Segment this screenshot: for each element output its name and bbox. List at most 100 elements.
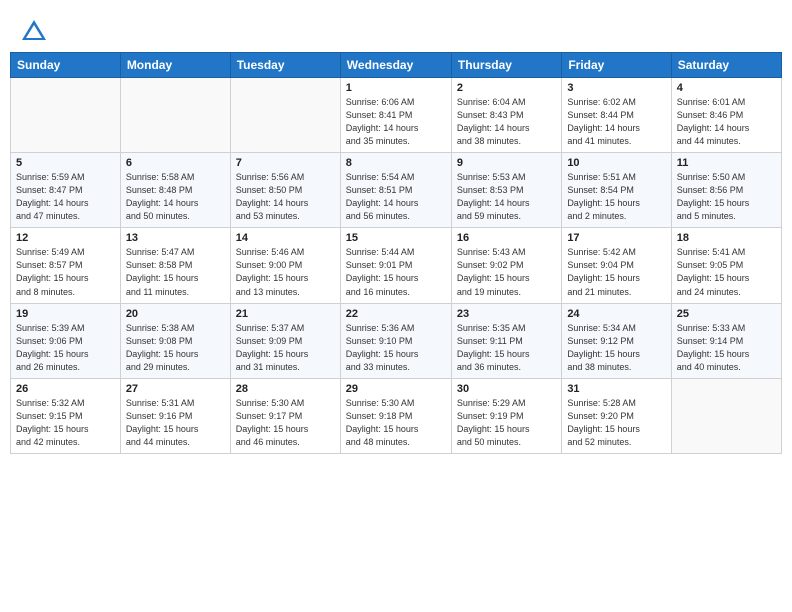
calendar-cell: 16 Sunrise: 5:43 AM Sunset: 9:02 PM Dayli… <box>451 228 561 303</box>
day-info: Sunrise: 5:58 AM Sunset: 8:48 PM Dayligh… <box>126 171 225 223</box>
calendar-cell: 5 Sunrise: 5:59 AM Sunset: 8:47 PM Daylig… <box>11 153 121 228</box>
calendar-cell: 27 Sunrise: 5:31 AM Sunset: 9:16 PM Dayli… <box>120 378 230 453</box>
calendar-cell: 12 Sunrise: 5:49 AM Sunset: 8:57 PM Dayli… <box>11 228 121 303</box>
day-number: 15 <box>346 232 446 244</box>
day-number: 1 <box>346 82 446 94</box>
calendar-cell: 25 Sunrise: 5:33 AM Sunset: 9:14 PM Dayli… <box>671 303 781 378</box>
calendar-cell: 21 Sunrise: 5:37 AM Sunset: 9:09 PM Dayli… <box>230 303 340 378</box>
calendar-cell: 18Sunrise: 5:41 AM Sunset: 9:05 PM Dayli… <box>671 228 781 303</box>
calendar-cell: 28 Sunrise: 5:30 AM Sunset: 9:17 PM Dayli… <box>230 378 340 453</box>
day-number: 16 <box>457 232 556 244</box>
day-number: 24 <box>567 308 665 320</box>
weekday-header-monday: Monday <box>120 53 230 78</box>
day-info: Sunrise: 5:35 AM Sunset: 9:11 PM Dayligh… <box>457 322 556 374</box>
calendar-cell: 9 Sunrise: 5:53 AM Sunset: 8:53 PM Daylig… <box>451 153 561 228</box>
calendar-cell: 23 Sunrise: 5:35 AM Sunset: 9:11 PM Dayli… <box>451 303 561 378</box>
day-info: Sunrise: 5:59 AM Sunset: 8:47 PM Dayligh… <box>16 171 115 223</box>
week-row-2: 12 Sunrise: 5:49 AM Sunset: 8:57 PM Dayli… <box>11 228 782 303</box>
calendar: SundayMondayTuesdayWednesdayThursdayFrid… <box>10 52 782 454</box>
calendar-cell: 14Sunrise: 5:46 AM Sunset: 9:00 PM Dayli… <box>230 228 340 303</box>
day-number: 29 <box>346 383 446 395</box>
day-info: Sunrise: 5:50 AM Sunset: 8:56 PM Dayligh… <box>677 171 776 223</box>
calendar-cell: 30Sunrise: 5:29 AM Sunset: 9:19 PM Dayli… <box>451 378 561 453</box>
calendar-cell: 24 Sunrise: 5:34 AM Sunset: 9:12 PM Dayli… <box>562 303 671 378</box>
day-number: 9 <box>457 157 556 169</box>
weekday-header-saturday: Saturday <box>671 53 781 78</box>
day-info: Sunrise: 5:56 AM Sunset: 8:50 PM Dayligh… <box>236 171 335 223</box>
day-number: 10 <box>567 157 665 169</box>
day-info: Sunrise: 5:54 AM Sunset: 8:51 PM Dayligh… <box>346 171 446 223</box>
calendar-cell: 13Sunrise: 5:47 AM Sunset: 8:58 PM Dayli… <box>120 228 230 303</box>
calendar-cell <box>120 78 230 153</box>
day-info: Sunrise: 5:30 AM Sunset: 9:18 PM Dayligh… <box>346 397 446 449</box>
day-number: 5 <box>16 157 115 169</box>
calendar-cell: 4 Sunrise: 6:01 AM Sunset: 8:46 PM Daylig… <box>671 78 781 153</box>
day-info: Sunrise: 5:34 AM Sunset: 9:12 PM Dayligh… <box>567 322 665 374</box>
calendar-cell: 8 Sunrise: 5:54 AM Sunset: 8:51 PM Daylig… <box>340 153 451 228</box>
week-row-3: 19 Sunrise: 5:39 AM Sunset: 9:06 PM Dayli… <box>11 303 782 378</box>
day-number: 8 <box>346 157 446 169</box>
day-number: 6 <box>126 157 225 169</box>
day-info: Sunrise: 5:28 AM Sunset: 9:20 PM Dayligh… <box>567 397 665 449</box>
day-info: Sunrise: 5:31 AM Sunset: 9:16 PM Dayligh… <box>126 397 225 449</box>
day-number: 31 <box>567 383 665 395</box>
weekday-header-tuesday: Tuesday <box>230 53 340 78</box>
day-info: Sunrise: 5:44 AM Sunset: 9:01 PM Dayligh… <box>346 246 446 298</box>
calendar-cell: 1 Sunrise: 6:06 AM Sunset: 8:41 PM Daylig… <box>340 78 451 153</box>
calendar-cell <box>671 378 781 453</box>
day-number: 4 <box>677 82 776 94</box>
calendar-cell <box>11 78 121 153</box>
calendar-cell: 2 Sunrise: 6:04 AM Sunset: 8:43 PM Daylig… <box>451 78 561 153</box>
week-row-4: 26Sunrise: 5:32 AM Sunset: 9:15 PM Dayli… <box>11 378 782 453</box>
day-number: 7 <box>236 157 335 169</box>
weekday-header-friday: Friday <box>562 53 671 78</box>
week-row-0: 1 Sunrise: 6:06 AM Sunset: 8:41 PM Daylig… <box>11 78 782 153</box>
day-number: 11 <box>677 157 776 169</box>
day-number: 28 <box>236 383 335 395</box>
day-info: Sunrise: 6:01 AM Sunset: 8:46 PM Dayligh… <box>677 96 776 148</box>
day-info: Sunrise: 5:30 AM Sunset: 9:17 PM Dayligh… <box>236 397 335 449</box>
calendar-cell: 15 Sunrise: 5:44 AM Sunset: 9:01 PM Dayli… <box>340 228 451 303</box>
calendar-cell: 6 Sunrise: 5:58 AM Sunset: 8:48 PM Daylig… <box>120 153 230 228</box>
day-number: 21 <box>236 308 335 320</box>
calendar-cell: 31 Sunrise: 5:28 AM Sunset: 9:20 PM Dayli… <box>562 378 671 453</box>
day-number: 25 <box>677 308 776 320</box>
day-number: 22 <box>346 308 446 320</box>
day-info: Sunrise: 5:43 AM Sunset: 9:02 PM Dayligh… <box>457 246 556 298</box>
day-number: 30 <box>457 383 556 395</box>
day-number: 2 <box>457 82 556 94</box>
day-info: Sunrise: 5:53 AM Sunset: 8:53 PM Dayligh… <box>457 171 556 223</box>
weekday-header-row: SundayMondayTuesdayWednesdayThursdayFrid… <box>11 53 782 78</box>
day-info: Sunrise: 5:37 AM Sunset: 9:09 PM Dayligh… <box>236 322 335 374</box>
day-info: Sunrise: 6:06 AM Sunset: 8:41 PM Dayligh… <box>346 96 446 148</box>
calendar-cell: 20Sunrise: 5:38 AM Sunset: 9:08 PM Dayli… <box>120 303 230 378</box>
day-info: Sunrise: 5:39 AM Sunset: 9:06 PM Dayligh… <box>16 322 115 374</box>
weekday-header-wednesday: Wednesday <box>340 53 451 78</box>
calendar-cell: 3 Sunrise: 6:02 AM Sunset: 8:44 PM Daylig… <box>562 78 671 153</box>
day-number: 27 <box>126 383 225 395</box>
day-number: 3 <box>567 82 665 94</box>
day-info: Sunrise: 5:42 AM Sunset: 9:04 PM Dayligh… <box>567 246 665 298</box>
day-info: Sunrise: 5:41 AM Sunset: 9:05 PM Dayligh… <box>677 246 776 298</box>
day-number: 17 <box>567 232 665 244</box>
calendar-cell <box>230 78 340 153</box>
day-info: Sunrise: 5:49 AM Sunset: 8:57 PM Dayligh… <box>16 246 115 298</box>
day-info: Sunrise: 6:04 AM Sunset: 8:43 PM Dayligh… <box>457 96 556 148</box>
weekday-header-thursday: Thursday <box>451 53 561 78</box>
day-info: Sunrise: 5:36 AM Sunset: 9:10 PM Dayligh… <box>346 322 446 374</box>
calendar-cell: 26Sunrise: 5:32 AM Sunset: 9:15 PM Dayli… <box>11 378 121 453</box>
day-info: Sunrise: 5:32 AM Sunset: 9:15 PM Dayligh… <box>16 397 115 449</box>
calendar-cell: 10 Sunrise: 5:51 AM Sunset: 8:54 PM Dayli… <box>562 153 671 228</box>
day-number: 23 <box>457 308 556 320</box>
day-number: 20 <box>126 308 225 320</box>
logo-icon <box>20 18 48 46</box>
weekday-header-sunday: Sunday <box>11 53 121 78</box>
day-number: 13 <box>126 232 225 244</box>
calendar-cell: 22 Sunrise: 5:36 AM Sunset: 9:10 PM Dayli… <box>340 303 451 378</box>
day-info: Sunrise: 5:51 AM Sunset: 8:54 PM Dayligh… <box>567 171 665 223</box>
day-info: Sunrise: 5:33 AM Sunset: 9:14 PM Dayligh… <box>677 322 776 374</box>
day-info: Sunrise: 6:02 AM Sunset: 8:44 PM Dayligh… <box>567 96 665 148</box>
day-number: 19 <box>16 308 115 320</box>
day-number: 12 <box>16 232 115 244</box>
page: SundayMondayTuesdayWednesdayThursdayFrid… <box>0 0 792 612</box>
